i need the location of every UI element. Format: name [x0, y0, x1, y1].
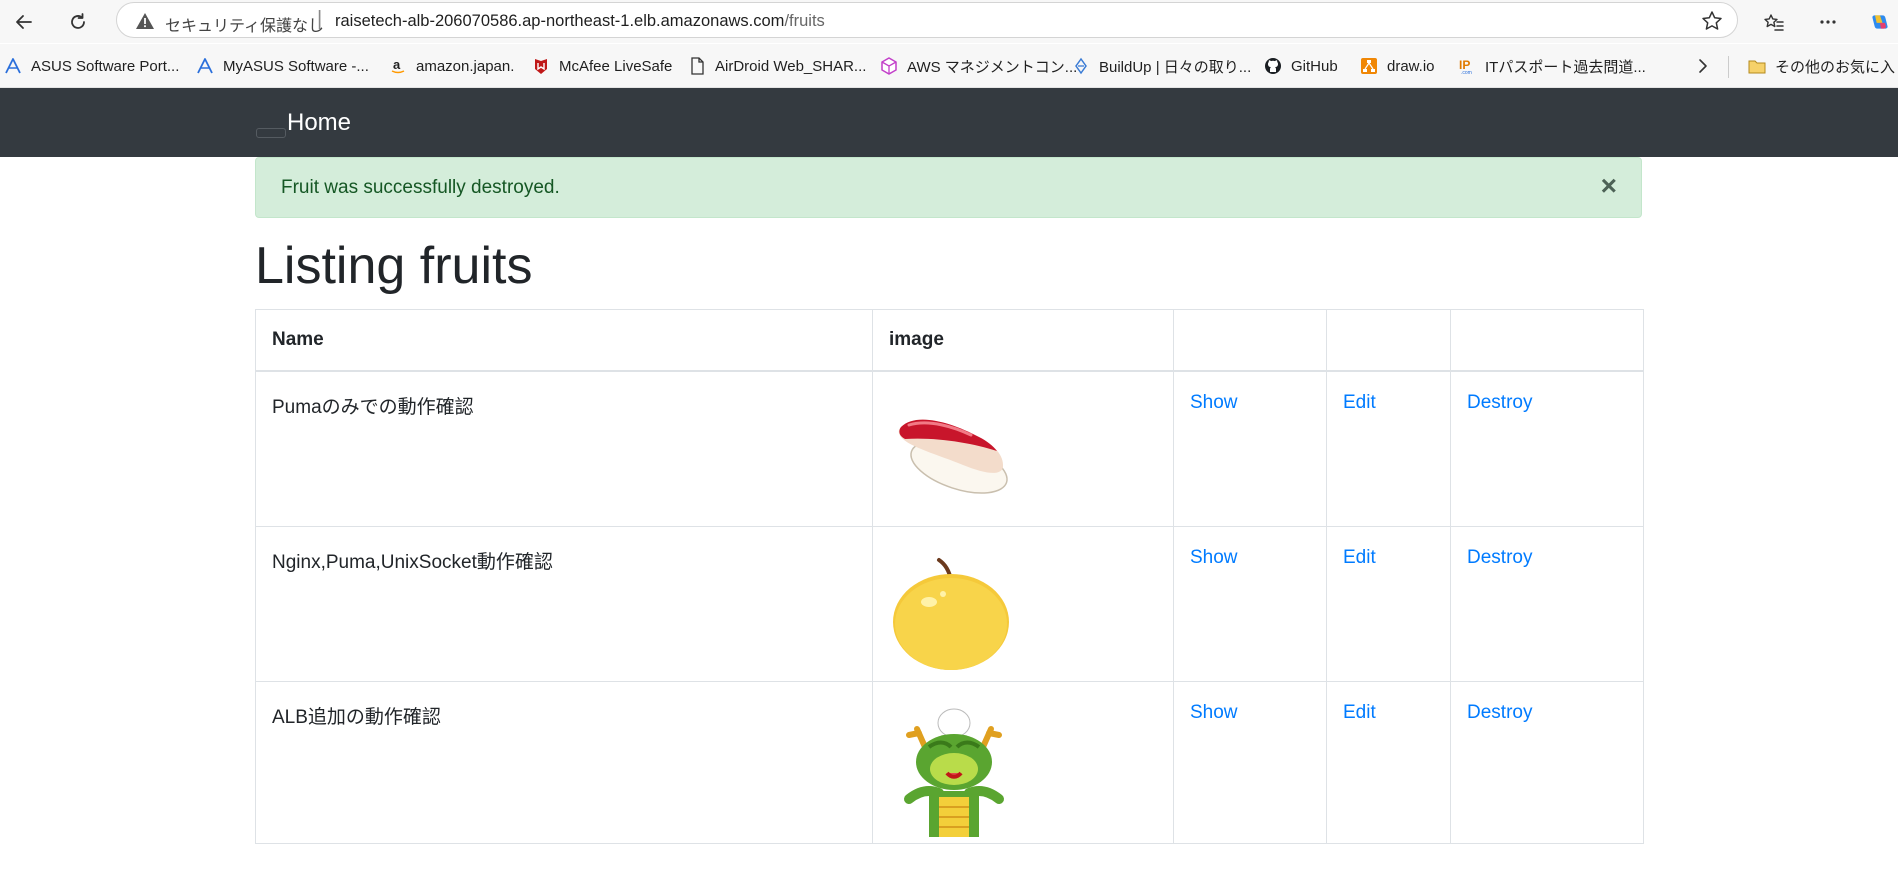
- drawio-icon: [1361, 58, 1377, 74]
- column-header-destroy: [1450, 309, 1644, 372]
- back-button[interactable]: [8, 6, 40, 38]
- column-header-name: Name: [255, 309, 873, 372]
- url-host: raisetech-alb-206070586.ap-northeast-1.e…: [335, 12, 785, 30]
- warning-icon[interactable]: [135, 11, 155, 31]
- copilot-button[interactable]: [1864, 6, 1896, 38]
- svg-text:a: a: [393, 57, 401, 72]
- fruit-image-cell: [872, 680, 1174, 844]
- dragon-image: [904, 708, 1004, 837]
- svg-text:.com: .com: [1461, 70, 1472, 75]
- reload-icon: [71, 13, 85, 29]
- security-label[interactable]: セキュリティ保護なし: [165, 12, 324, 36]
- address-bar[interactable]: セキュリティ保護なし | raisetech-alb-206070586.ap-…: [116, 2, 1738, 38]
- bookmark-label: GitHub: [1291, 57, 1338, 75]
- bookmark-github[interactable]: GitHub: [1264, 55, 1338, 77]
- ellipsis-icon: [1820, 20, 1836, 24]
- column-header-edit: [1326, 309, 1451, 372]
- bookmark-airdroid[interactable]: AirDroid Web_SHAR...: [688, 55, 866, 77]
- fruit-image-cell: [872, 370, 1174, 527]
- url-text[interactable]: raisetech-alb-206070586.ap-northeast-1.e…: [335, 12, 825, 31]
- bookmark-amazon[interactable]: a amazon.japan.: [389, 55, 514, 77]
- show-link[interactable]: Show: [1190, 392, 1238, 413]
- column-header-image: image: [872, 309, 1174, 372]
- back-arrow-icon: [16, 15, 32, 29]
- fruit-name: ALB追加の動作確認: [255, 680, 873, 844]
- amazon-icon: a: [391, 57, 405, 74]
- page-title: Listing fruits: [255, 237, 533, 295]
- github-icon: [1265, 58, 1281, 74]
- table-row: Pumaのみでの動作確認 Show Edit Destroy: [255, 370, 1644, 527]
- address-separator: |: [317, 8, 323, 30]
- more-menu-button[interactable]: [1812, 6, 1844, 38]
- bookmark-buildup[interactable]: BuildUp | 日々の取り...: [1072, 55, 1251, 77]
- alert-close-button[interactable]: ×: [1601, 172, 1617, 200]
- table-row: Nginx,Puma,UnixSocket動作確認 Show Edit Dest…: [255, 525, 1644, 682]
- bookmarks-overflow-button[interactable]: [1694, 55, 1721, 77]
- bookmark-label: AirDroid Web_SHAR...: [715, 57, 867, 75]
- copilot-icon: [1872, 15, 1888, 29]
- bookmark-label: ASUS Software Port...: [31, 57, 180, 75]
- fruits-table: Name image Pumaのみでの動作確認 Show Edit Destro…: [255, 309, 1644, 844]
- sushi-image: [898, 419, 1008, 494]
- buildup-icon: [1075, 57, 1087, 75]
- destroy-link[interactable]: Destroy: [1467, 547, 1532, 568]
- bookmark-label: AWS マネジメントコン...: [907, 58, 1078, 76]
- bookmark-asus-software[interactable]: ASUS Software Port...: [4, 55, 179, 77]
- mcafee-icon: [535, 59, 547, 74]
- bookmark-label: McAfee LiveSafe: [559, 57, 673, 75]
- table-row: ALB追加の動作確認 Show Edit Destroy: [255, 680, 1644, 844]
- edit-link[interactable]: Edit: [1343, 547, 1376, 568]
- browser-toolbar: セキュリティ保護なし | raisetech-alb-206070586.ap-…: [0, 0, 1898, 43]
- bookmark-label: amazon.japan.: [416, 57, 515, 75]
- bookmark-aws-console[interactable]: AWS マネジメントコン...: [880, 55, 1077, 77]
- bookmark-drawio[interactable]: draw.io: [1360, 55, 1435, 77]
- bookmarks-divider: [1728, 56, 1729, 78]
- navbar-toggler[interactable]: [256, 128, 286, 138]
- bookmark-other-favorites[interactable]: その他のお気に入り: [1748, 55, 1898, 77]
- bookmark-label: その他のお気に入り: [1775, 58, 1898, 76]
- bookmarks-bar: ASUS Software Port... MyASUS Software -.…: [0, 44, 1898, 88]
- flash-alert: Fruit was successfully destroyed. ×: [255, 157, 1642, 218]
- pear-image: [893, 557, 1009, 670]
- edit-link[interactable]: Edit: [1343, 702, 1376, 723]
- aws-icon: [881, 57, 897, 75]
- table-header-row: Name image: [255, 309, 1644, 372]
- app-navbar: Home: [0, 88, 1898, 157]
- bookmark-it-passport[interactable]: IP .com ITパスポート過去問道...: [1458, 55, 1646, 77]
- alert-message: Fruit was successfully destroyed.: [281, 177, 560, 198]
- nav-home-link[interactable]: Home: [287, 109, 351, 137]
- show-link[interactable]: Show: [1190, 702, 1238, 723]
- asus-icon: [5, 58, 21, 74]
- document-icon: [691, 57, 704, 75]
- destroy-link[interactable]: Destroy: [1467, 702, 1532, 723]
- favorite-star-icon[interactable]: [1701, 10, 1723, 32]
- favorites-list-icon: [1764, 14, 1784, 31]
- ip-icon: IP.com: [1459, 58, 1472, 75]
- url-path: /fruits: [784, 12, 825, 30]
- fruit-name: Nginx,Puma,UnixSocket動作確認: [255, 525, 873, 682]
- show-link[interactable]: Show: [1190, 547, 1238, 568]
- edit-link[interactable]: Edit: [1343, 392, 1376, 413]
- bookmark-label: draw.io: [1387, 57, 1435, 75]
- bookmark-mcafee[interactable]: McAfee LiveSafe: [532, 55, 672, 77]
- fruit-image-cell: [872, 525, 1174, 682]
- fruit-name: Pumaのみでの動作確認: [255, 370, 873, 527]
- column-header-show: [1173, 309, 1327, 372]
- chevron-right-icon: [1699, 59, 1707, 73]
- destroy-link[interactable]: Destroy: [1467, 392, 1532, 413]
- bookmark-label: BuildUp | 日々の取り...: [1099, 58, 1252, 76]
- bookmark-label: MyASUS Software -...: [223, 57, 369, 75]
- reload-button[interactable]: [62, 6, 94, 38]
- folder-icon: [1748, 60, 1766, 74]
- asus-icon: [197, 58, 213, 74]
- favorites-button[interactable]: [1758, 6, 1790, 38]
- bookmark-myasus-software[interactable]: MyASUS Software -...: [196, 55, 369, 77]
- bookmark-label: ITパスポート過去問道...: [1485, 58, 1646, 76]
